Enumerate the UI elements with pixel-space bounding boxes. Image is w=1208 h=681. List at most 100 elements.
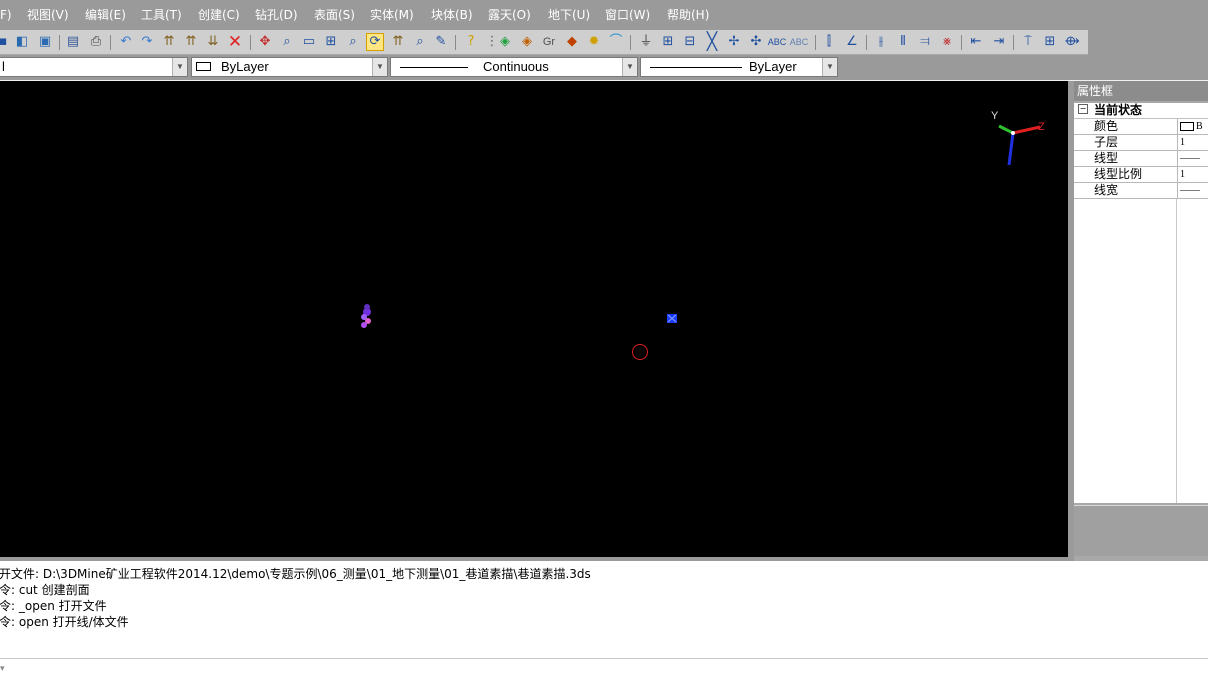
align-icon[interactable]: ⫿ [820,33,838,51]
surface-icon[interactable]: ⌒ [607,33,625,51]
brush-icon[interactable]: ✎ [432,33,450,51]
menu-bar: F) 视图(V) 编辑(E) 工具(T) 创建(C) 钻孔(D) 表面(S) 实… [0,0,1208,30]
save-all-icon[interactable]: ▣ [36,33,54,51]
print-icon[interactable]: ⎙ [87,33,105,51]
save-icon[interactable]: ▪ [0,33,12,51]
command-history-line: 开文件: D:\3DMine矿业工程软件2014.12\demo\专题示例\06… [0,567,591,581]
layer-up-icon[interactable]: ⇈ [182,33,200,51]
color-swatch-icon [196,62,211,71]
menu-block[interactable]: 块体(B) [431,7,473,23]
linetype-combo[interactable]: Continuous ▼ [390,57,638,77]
data-points-right[interactable] [667,314,677,323]
collapse-icon[interactable]: − [1078,104,1088,114]
menu-solid[interactable]: 实体(M) [370,7,414,23]
property-value[interactable]: 1 [1177,135,1208,150]
undo-icon[interactable]: ↶ [117,33,135,51]
menu-openpit[interactable]: 露天(O) [488,7,531,23]
section-icon[interactable]: ⍑ [1019,33,1037,51]
redo-icon[interactable]: ↷ [138,33,156,51]
menu-underground[interactable]: 地下(U) [548,7,590,23]
property-row-lineweight[interactable]: 线宽 —— [1074,183,1208,199]
command-input[interactable]: ▾ [0,658,1208,681]
filter-icon[interactable]: ⏚ [637,33,655,51]
table-icon[interactable]: ⊟ [681,33,699,51]
extend-icon[interactable]: ⇤ [967,33,985,51]
chevron-down-icon[interactable]: ▼ [822,58,837,76]
chevron-down-icon[interactable]: ▼ [172,58,187,76]
axis-y-label: Y [991,110,999,122]
menu-view[interactable]: 视图(V) [27,7,69,23]
lineweight-combo[interactable]: ByLayer ▼ [640,57,838,77]
menu-help[interactable]: 帮助(H) [667,7,709,23]
grid-view-icon[interactable]: ⊞ [1041,33,1059,51]
axis-origin [1011,131,1015,135]
zoom-grid-icon[interactable]: ⊞ [322,33,340,51]
property-value[interactable]: —— [1177,151,1208,166]
zoom-window-icon[interactable]: ⌕ [278,33,296,51]
toolbar-separator [59,35,60,50]
mirror-icon[interactable]: ⫲ [872,33,890,51]
menu-tools[interactable]: 工具(T) [141,7,182,23]
property-label: 子层 [1094,135,1119,149]
trim-icon[interactable]: ⫤ [916,33,934,51]
property-row-linetype-scale[interactable]: 线型比例 1 [1074,167,1208,183]
3d-viewport[interactable]: Y Z [0,81,1068,557]
save-as-icon[interactable]: ◧ [13,33,31,51]
data-points-left[interactable] [361,304,371,328]
shade-icon[interactable]: ◈ [496,33,514,51]
toolbar-separator [250,35,251,50]
zoom-icon[interactable]: ⌕ [411,33,429,51]
menu-edit[interactable]: 编辑(E) [85,7,126,23]
join-icon[interactable]: ⇥ [990,33,1008,51]
help-icon[interactable]: ? [462,33,480,51]
menu-create[interactable]: 创建(C) [198,7,240,23]
gr-icon[interactable]: Gr [540,33,558,51]
snap-icon[interactable]: ⇈ [389,33,407,51]
chevron-down-icon[interactable]: ▼ [372,58,387,76]
property-value[interactable]: —— [1177,183,1208,198]
property-value[interactable]: B [1177,119,1208,134]
rotate-view-icon[interactable]: ⟳ [366,33,384,51]
layer-down-icon[interactable]: ⇊ [204,33,222,51]
menu-drillhole[interactable]: 钻孔(D) [255,7,298,23]
diamond-icon[interactable]: ◆ [563,33,581,51]
property-label: 线型 [1094,151,1119,165]
menu-window[interactable]: 窗口(W) [605,7,650,23]
property-group-header[interactable]: − 当前状态 [1074,103,1208,119]
properties-toolbar: l ▼ ByLayer ▼ Continuous ▼ ByLayer ▼ [0,55,1208,80]
slope-icon[interactable]: ∠ [843,33,861,51]
intersect-icon[interactable]: ╳ [703,33,721,51]
property-label: 线型比例 [1094,167,1143,181]
text-edit-icon[interactable]: ABC [790,33,809,51]
property-row-color[interactable]: 颜色 B [1074,119,1208,135]
command-history-line: 令: cut 创建剖面 [0,583,90,597]
print-preview-icon[interactable]: ▤ [64,33,82,51]
delete-icon[interactable]: ✕ [226,33,244,51]
pan-icon[interactable]: ✥ [256,33,274,51]
command-prompt-icon: ▾ [0,664,5,674]
zoom-previous-icon[interactable]: ⌕ [344,33,362,51]
line-sample-icon [400,67,468,68]
text-icon[interactable]: ABC [768,33,787,51]
cross-icon[interactable]: ✢ [725,33,743,51]
property-row-sublayer[interactable]: 子层 1 [1074,135,1208,151]
render-icon[interactable]: ◈ [518,33,536,51]
grid-icon[interactable]: ⊞ [659,33,677,51]
light-icon[interactable]: ✹ [585,33,603,51]
menu-file[interactable]: F) [0,7,12,23]
property-row-linetype[interactable]: 线型 —— [1074,151,1208,167]
layer-combo[interactable]: l ▼ [0,57,188,77]
axis-z-label: Z [1038,121,1045,133]
zoom-extents-icon[interactable]: ▭ [300,33,318,51]
break-icon[interactable]: ⨳ [938,33,956,51]
offset-icon[interactable]: ⦀ [894,33,912,51]
menu-surface[interactable]: 表面(S) [314,7,355,23]
measure-icon[interactable]: ⟴ [1063,33,1081,51]
toolbar-separator [961,35,962,50]
chevron-down-icon[interactable]: ▼ [622,58,637,76]
cross-alt-icon[interactable]: ✣ [747,33,765,51]
color-combo[interactable]: ByLayer ▼ [191,57,388,77]
property-value[interactable]: 1 [1177,167,1208,182]
linetype-value: Continuous [483,59,549,74]
layer-icon[interactable]: ⇈ [160,33,178,51]
